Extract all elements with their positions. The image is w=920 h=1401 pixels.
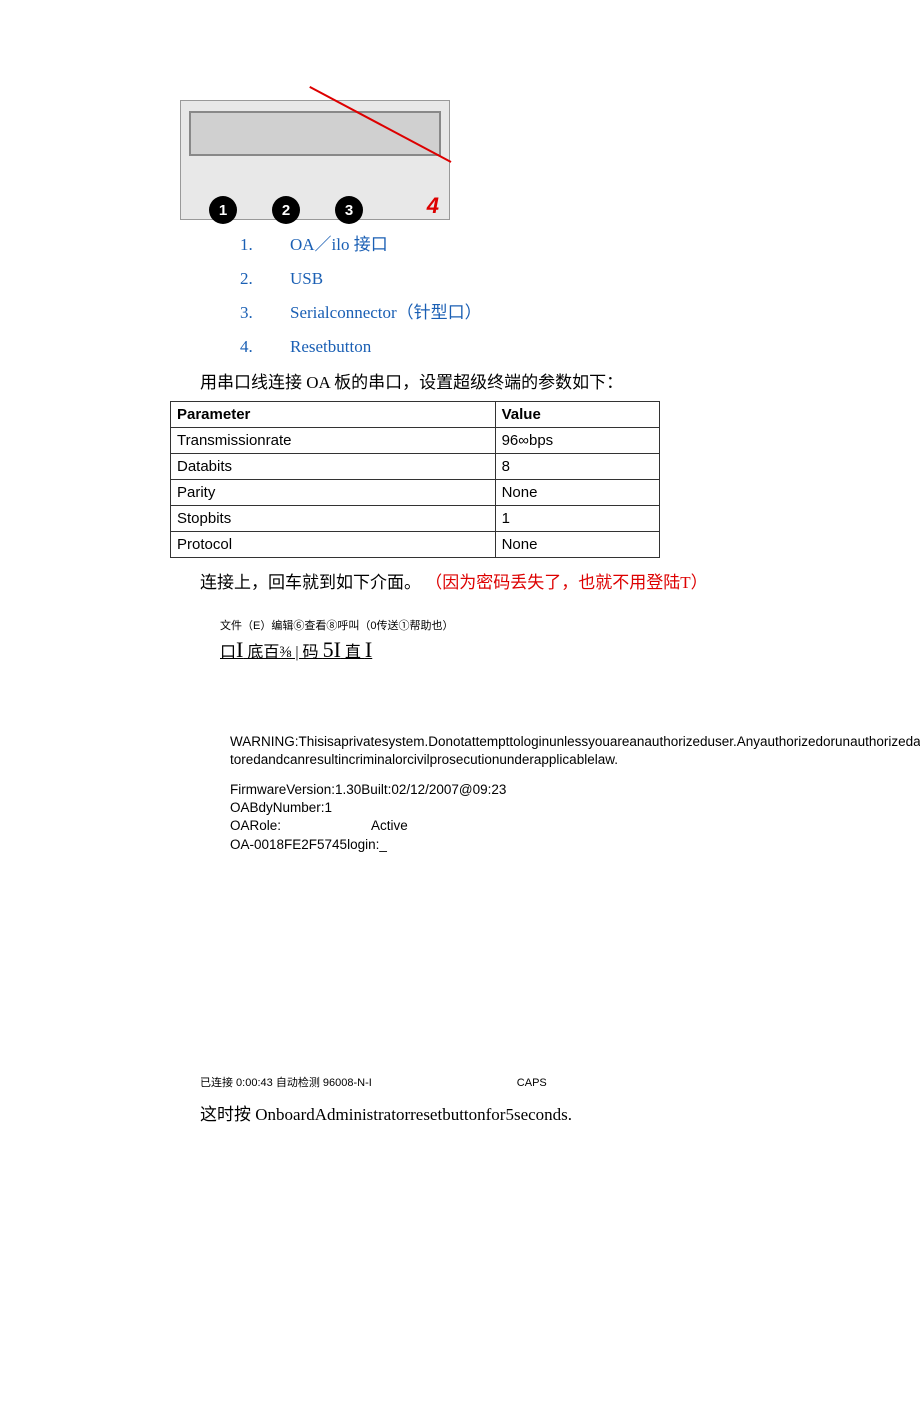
terminal-menu: 文件（E）编辑⑥查看⑧呼叫（0传送①帮助也）	[220, 617, 750, 633]
port-num: 3.	[240, 296, 290, 330]
connect-instruction: 连接上，回车就到如下介面。 （因为密码丢失了，也就不用登陆T）	[200, 568, 750, 599]
port-num: 2.	[240, 262, 290, 296]
caps-indicator: CAPS	[517, 1077, 547, 1089]
port-label: Serialconnector（针型口）	[290, 296, 482, 330]
table-row: ProtocolNone	[171, 532, 660, 558]
serial-instruction: 用串口线连接 OA 板的串口，设置超级终端的参数如下：	[200, 368, 750, 393]
oa-role-value: Active	[371, 818, 408, 833]
connection-status: 已连接 0:00:43 自动检测 96008-N-I	[200, 1077, 372, 1089]
firmware-version: FirmwareVersion:1.30Built:02/12/2007@09:…	[230, 782, 506, 797]
diagram-marker-3: 3	[335, 196, 363, 224]
login-prompt: OA-0018FE2F5745login:_	[230, 837, 387, 852]
terminal-output: WARNING:Thisisaprivatesystem.Donotattemp…	[230, 733, 750, 854]
table-row: Stopbits1	[171, 506, 660, 532]
hardware-diagram: 1 2 3 4	[180, 100, 450, 220]
terminal-toolbar: 口I 底百⅜ | 码 5I 直 I	[220, 637, 750, 663]
reset-instruction: 这时按 OnboardAdministratorresetbuttonfor5s…	[200, 1100, 750, 1125]
oa-bay: OABdyNumber:1	[230, 800, 332, 815]
terminal-warning: toredandcanresultincriminalorcivilprosec…	[230, 752, 618, 767]
port-list: 1.OA／ilo 接口 2.USB 3.Serialconnector（针型口）…	[240, 228, 750, 364]
table-row: Transmissionrate96∞bps	[171, 428, 660, 454]
port-num: 4.	[240, 330, 290, 364]
desc2-note: （因为密码丢失了，也就不用登陆T）	[425, 573, 707, 592]
port-label: USB	[290, 262, 323, 296]
oa-role-label: OARole:	[230, 818, 281, 833]
table-row: Databits8	[171, 454, 660, 480]
terminal-statusbar: 已连接 0:00:43 自动检测 96008-N-I CAPS	[200, 1074, 750, 1090]
diagram-marker-4: 4	[427, 193, 439, 219]
terminal-warning: WARNING:Thisisaprivatesystem.Donotattemp…	[230, 734, 920, 749]
diagram-marker-1: 1	[209, 196, 237, 224]
diagram-marker-2: 2	[272, 196, 300, 224]
port-num: 1.	[240, 228, 290, 262]
port-label: Resetbutton	[290, 330, 371, 364]
table-row: ParityNone	[171, 480, 660, 506]
parameter-table: Parameter Value Transmissionrate96∞bps D…	[170, 401, 660, 558]
table-header: Value	[495, 402, 659, 428]
table-header: Parameter	[171, 402, 496, 428]
desc2-text: 连接上，回车就到如下介面。	[200, 573, 421, 592]
port-label: OA／ilo 接口	[290, 228, 388, 262]
